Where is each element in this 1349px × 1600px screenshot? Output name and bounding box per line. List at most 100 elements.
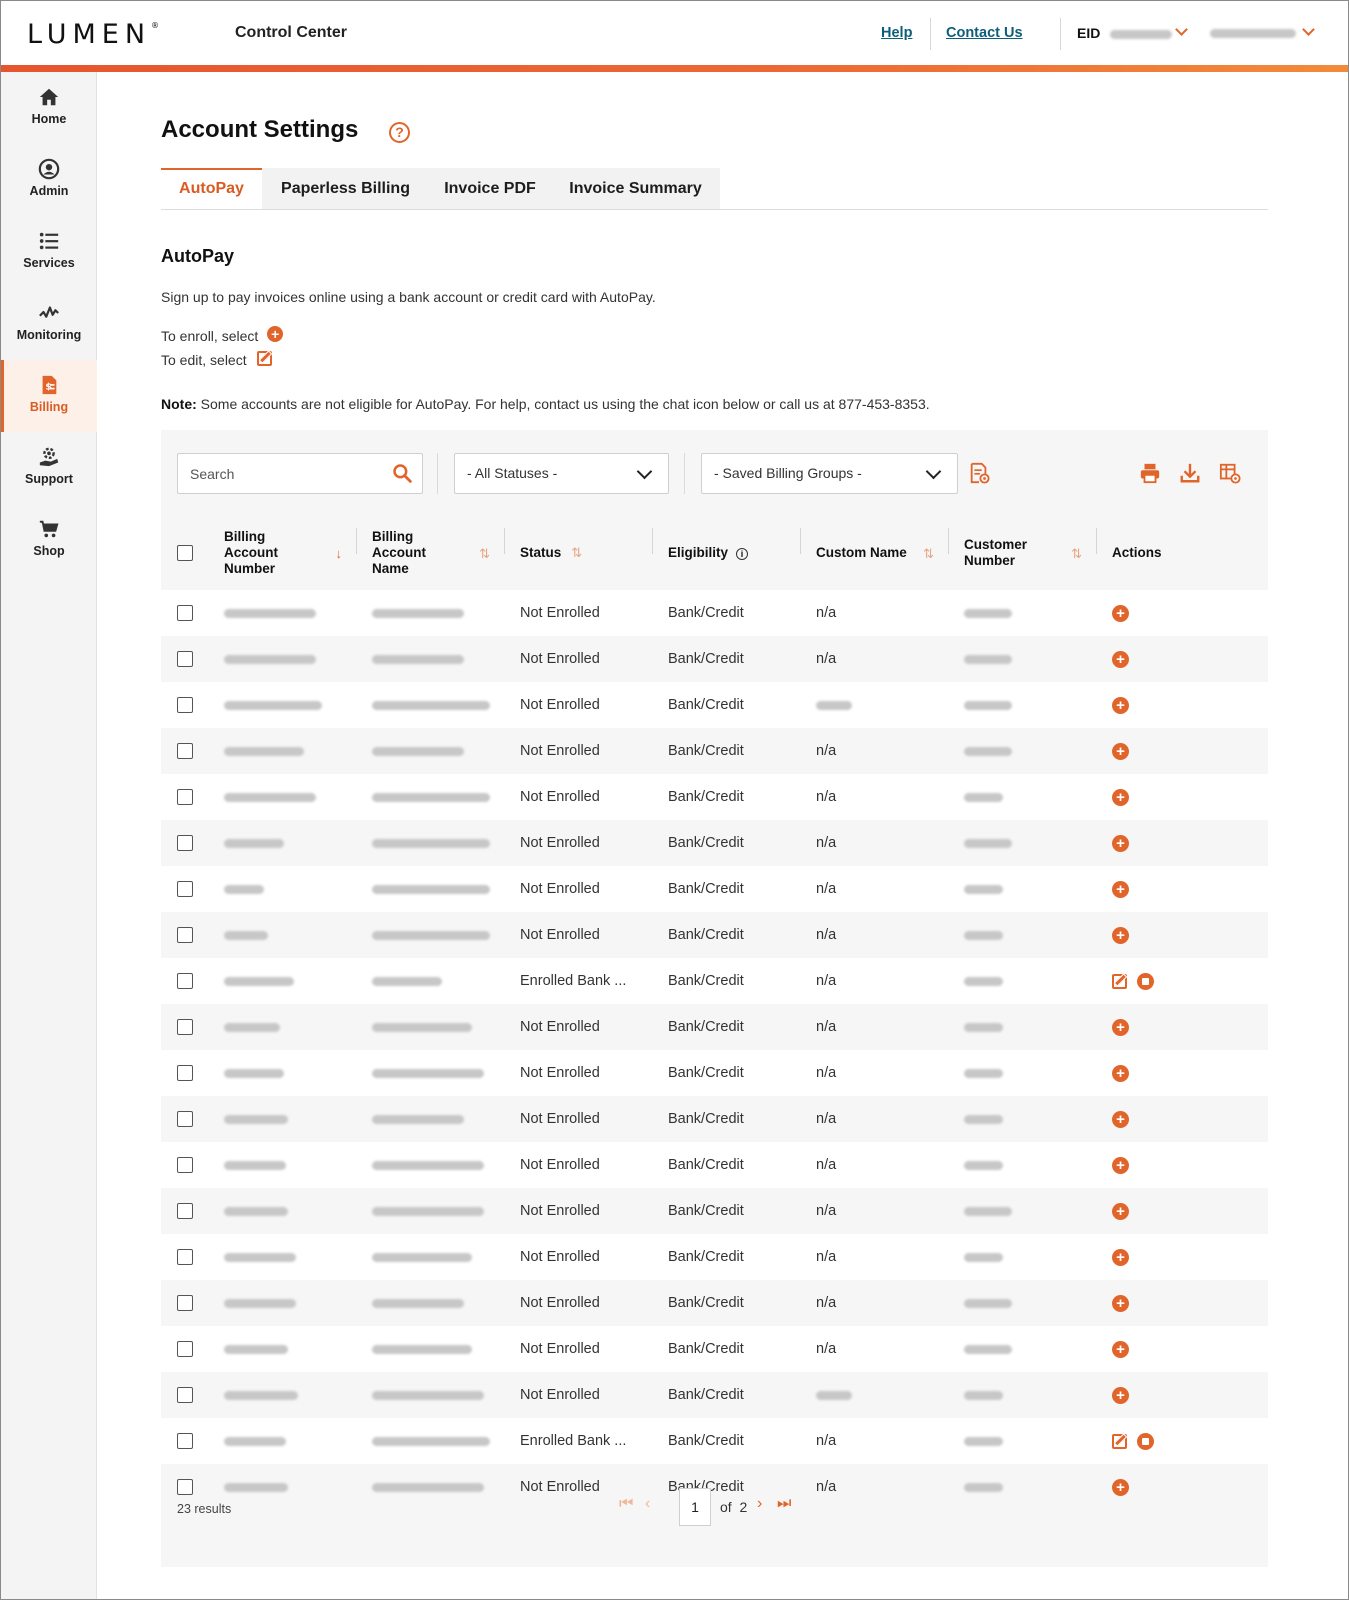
sidebar-item-billing[interactable]: $ Billing — [1, 360, 97, 432]
actions-cell: + — [1096, 866, 1268, 912]
enroll-add-icon[interactable]: + — [1112, 1386, 1129, 1404]
sidebar-item-services[interactable]: Services — [1, 216, 97, 288]
sort-both-icon[interactable]: ⇅ — [923, 546, 934, 562]
row-checkbox[interactable] — [177, 881, 193, 898]
col-custom-name[interactable]: Custom Name ⇅ — [800, 516, 948, 590]
row-checkbox[interactable] — [177, 1433, 193, 1450]
enroll-add-icon[interactable]: + — [1112, 650, 1129, 668]
sort-down-icon[interactable]: ↓ — [336, 546, 343, 562]
row-checkbox[interactable] — [177, 1019, 193, 1036]
custom-name-cell-wrap: n/a — [800, 912, 948, 958]
col-status[interactable]: Status ⇅ — [504, 516, 652, 590]
select-all-checkbox[interactable] — [177, 545, 193, 562]
enroll-add-icon[interactable]: + — [1112, 742, 1129, 760]
enroll-add-icon[interactable]: + — [1112, 1110, 1129, 1128]
account-number-redacted — [224, 608, 316, 618]
help-link[interactable]: Help — [881, 25, 912, 41]
enroll-add-icon[interactable]: + — [1112, 880, 1129, 898]
tab-paperless-billing[interactable]: Paperless Billing — [262, 168, 429, 209]
chevron-down-icon[interactable] — [1302, 23, 1315, 36]
row-checkbox[interactable] — [177, 789, 193, 806]
col-billing-account-number[interactable]: Billing Account Number ↓ — [208, 516, 356, 590]
prev-page-icon[interactable]: ‹ — [645, 1494, 650, 1514]
row-checkbox[interactable] — [177, 1387, 193, 1404]
enroll-add-icon[interactable]: + — [1112, 1018, 1129, 1036]
lumen-logo[interactable]: LUMEN® — [27, 19, 159, 50]
row-checkbox[interactable] — [177, 1157, 193, 1174]
download-icon[interactable] — [1179, 462, 1201, 484]
sidebar-item-support[interactable]: Support — [1, 432, 97, 504]
custom-name-cell: n/a — [816, 1111, 837, 1127]
tab-invoice-summary[interactable]: Invoice Summary — [551, 168, 720, 209]
sort-both-icon[interactable]: ⇅ — [479, 546, 490, 562]
row-checkbox[interactable] — [177, 1203, 193, 1220]
enroll-add-icon[interactable]: + — [1112, 696, 1129, 714]
account-name-redacted — [372, 700, 490, 710]
enroll-add-icon[interactable]: + — [1112, 1064, 1129, 1082]
chevron-down-icon[interactable] — [1175, 23, 1188, 36]
billing-account-number-cell — [208, 636, 356, 682]
edit-icon[interactable] — [1112, 1433, 1127, 1449]
row-checkbox[interactable] — [177, 835, 193, 852]
row-checkbox[interactable] — [177, 1065, 193, 1082]
actions-cell: + — [1096, 1188, 1268, 1234]
enroll-add-icon[interactable]: + — [1112, 1294, 1129, 1312]
last-page-icon[interactable]: ⏭ — [777, 1494, 791, 1514]
row-checkbox[interactable] — [177, 743, 193, 760]
row-checkbox[interactable] — [177, 1341, 193, 1358]
enroll-add-icon[interactable]: + — [1112, 788, 1129, 806]
row-checkbox[interactable] — [177, 973, 193, 990]
contact-us-link[interactable]: Contact Us — [946, 25, 1023, 41]
account-name-redacted — [372, 976, 442, 986]
enroll-add-icon[interactable]: + — [1112, 1202, 1129, 1220]
row-checkbox[interactable] — [177, 605, 193, 622]
sort-both-icon[interactable]: ⇅ — [571, 545, 582, 560]
row-checkbox[interactable] — [177, 697, 193, 714]
actions-cell: + — [1096, 1050, 1268, 1096]
row-checkbox[interactable] — [177, 927, 193, 944]
eligibility-cell: Bank/Credit — [652, 958, 800, 1004]
enroll-add-icon[interactable]: + — [1112, 926, 1129, 944]
customer-number-redacted — [964, 1160, 1003, 1170]
enroll-add-icon[interactable]: + — [1112, 604, 1129, 622]
row-checkbox[interactable] — [177, 651, 193, 668]
sidebar-item-home[interactable]: Home — [1, 72, 97, 144]
stop-autopay-icon[interactable] — [1137, 1432, 1154, 1450]
sidebar-item-shop[interactable]: Shop — [1, 504, 97, 576]
enroll-add-icon[interactable]: + — [1112, 1156, 1129, 1174]
eid-selector[interactable]: EID — [1077, 25, 1173, 41]
customer-number-redacted — [964, 884, 1003, 894]
enroll-add-icon[interactable]: + — [1112, 1340, 1129, 1358]
row-checkbox[interactable] — [177, 1249, 193, 1266]
row-checkbox[interactable] — [177, 1111, 193, 1128]
page-number-input[interactable]: 1 — [679, 1488, 711, 1526]
actions-cell: + — [1096, 1280, 1268, 1326]
search-input[interactable] — [178, 454, 378, 493]
sidebar-item-admin[interactable]: Admin — [1, 144, 97, 216]
next-page-icon[interactable]: › — [757, 1494, 762, 1514]
tab-invoice-pdf[interactable]: Invoice PDF — [429, 168, 551, 209]
col-billing-account-name[interactable]: Billing Account Name ⇅ — [356, 516, 504, 590]
search-icon[interactable] — [392, 463, 412, 483]
stop-autopay-icon[interactable] — [1137, 972, 1154, 990]
sort-both-icon[interactable]: ⇅ — [1071, 546, 1082, 562]
print-icon[interactable] — [1139, 462, 1161, 484]
edit-icon[interactable] — [1112, 973, 1127, 989]
enroll-add-icon[interactable]: + — [1112, 1248, 1129, 1266]
sidebar-item-monitoring[interactable]: Monitoring — [1, 288, 97, 360]
enroll-add-icon[interactable]: + — [1112, 834, 1129, 852]
actions-cell — [1096, 958, 1268, 1004]
status-filter-select[interactable]: - All Statuses - — [454, 453, 669, 494]
billing-account-number-cell — [208, 728, 356, 774]
first-page-icon[interactable]: ⏮ — [619, 1494, 633, 1514]
table-row: Not Enrolled Bank/Credit + — [161, 1372, 1268, 1418]
tab-autopay[interactable]: AutoPay — [161, 168, 262, 209]
row-checkbox[interactable] — [177, 1295, 193, 1312]
account-number-redacted — [224, 1298, 296, 1308]
billing-groups-select[interactable]: - Saved Billing Groups - — [701, 453, 958, 494]
info-icon[interactable]: i — [736, 548, 749, 560]
table-settings-icon[interactable] — [1219, 462, 1241, 484]
col-customer-number[interactable]: Customer Number ⇅ — [948, 516, 1096, 590]
manage-groups-icon[interactable] — [968, 462, 990, 484]
help-circle-icon[interactable]: ? — [389, 122, 410, 143]
